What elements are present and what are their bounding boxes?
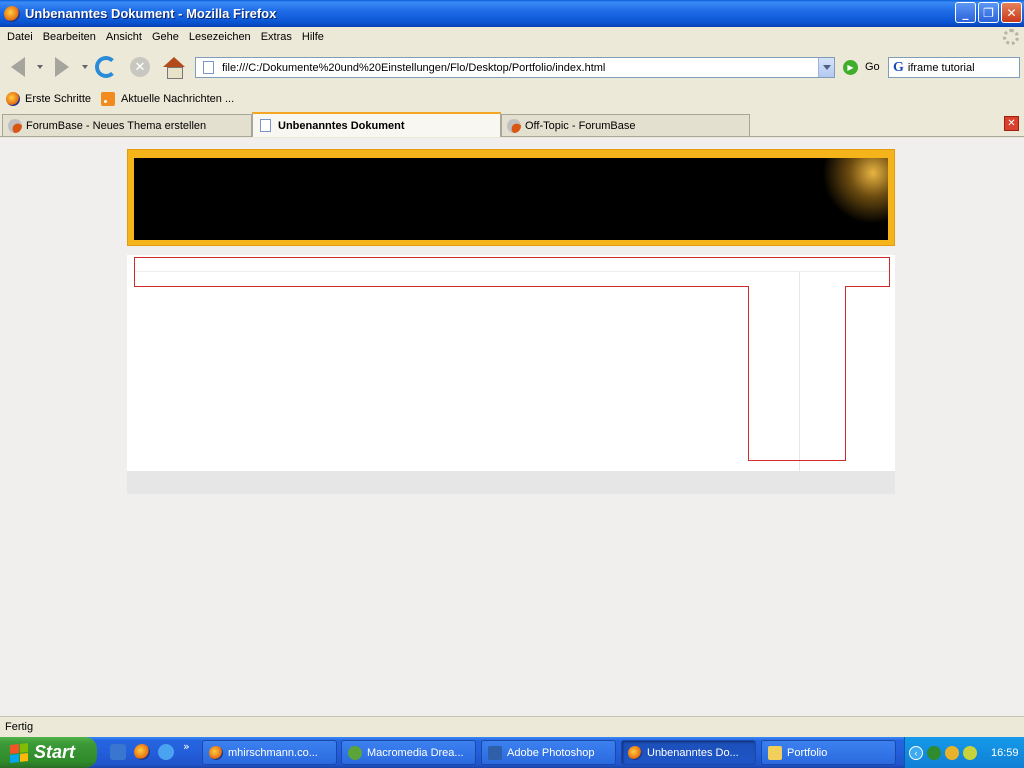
tab-label: ForumBase - Neues Thema erstellen [26,119,207,132]
bookmarks-toolbar: Erste Schritte Aktuelle Nachrichten ... [0,87,1024,110]
layout-outline [134,257,890,461]
back-history-dropdown[interactable] [37,65,43,69]
quicklaunch-overflow-icon[interactable]: » [183,740,190,753]
menu-gehe[interactable]: Gehe [147,31,184,43]
status-bar: Fertig [0,716,1024,737]
reload-button[interactable] [92,53,120,81]
ie-quicklaunch-icon[interactable] [158,744,174,760]
stop-button[interactable]: ✕ [126,53,154,81]
back-arrow-icon [11,57,25,77]
bookmark-label: Erste Schritte [25,92,92,105]
menu-bar: Datei Bearbeiten Ansicht Gehe Lesezeiche… [0,27,1024,47]
tab-bar: ForumBase - Neues Thema erstellen Unbena… [0,110,1024,137]
start-label: Start [34,742,76,762]
header-banner [134,158,888,240]
firefox-quicklaunch-icon[interactable] [134,744,150,760]
bookmark-aktuelle-nachrichten[interactable]: Aktuelle Nachrichten ... [101,91,235,106]
show-hidden-icons-button[interactable]: ‹ [909,745,923,760]
google-icon[interactable]: G [893,60,904,76]
taskbar: Start » mhirschmann.co... Macromedia Dre… [0,737,1024,768]
page-icon [260,119,271,132]
menu-ansicht[interactable]: Ansicht [101,31,147,43]
bookmark-erste-schritte[interactable]: Erste Schritte [6,91,92,106]
search-input[interactable]: iframe tutorial [908,62,975,74]
menu-hilfe[interactable]: Hilfe [297,31,329,43]
tray-network-icon[interactable] [963,745,977,760]
page-icon [203,61,214,74]
tray-smiley-icon[interactable] [945,745,959,760]
menu-bearbeiten[interactable]: Bearbeiten [38,31,101,43]
system-tray: ‹ 16:59 [904,737,1024,768]
task-photoshop[interactable]: Adobe Photoshop [481,740,616,765]
url-text[interactable]: file:///C:/Dokumente%20und%20Einstellung… [222,62,818,74]
firefox-icon [628,745,642,760]
firefox-icon [6,91,20,106]
start-button[interactable]: Start [0,737,97,768]
show-desktop-icon[interactable] [110,744,126,760]
clock[interactable]: 16:59 [991,747,1019,759]
address-bar[interactable]: file:///C:/Dokumente%20und%20Einstellung… [195,57,835,78]
folder-icon [768,745,782,760]
close-tab-button[interactable]: ✕ [1004,116,1019,131]
forward-history-dropdown[interactable] [82,65,88,69]
task-unbenanntes-dokument[interactable]: Unbenanntes Do... [621,740,756,765]
site-header [127,149,895,246]
firefox-icon [4,5,20,22]
rss-icon [101,91,116,106]
task-label: Macromedia Drea... [367,746,464,759]
menu-lesezeichen[interactable]: Lesezeichen [184,31,256,43]
maximize-button[interactable]: ❐ [978,2,999,23]
task-label: Portfolio [787,746,828,759]
tray-eye-icon[interactable] [927,745,941,760]
throbber-icon [1003,29,1019,45]
tab-label: Off-Topic - ForumBase [525,119,636,132]
search-box[interactable]: G iframe tutorial [888,57,1020,78]
chevron-down-icon [822,65,831,70]
reload-icon [95,56,117,78]
dreamweaver-icon [348,745,362,760]
forumbase-icon [507,118,521,133]
page-viewport [0,138,1024,716]
forumbase-icon [8,118,22,133]
url-history-dropdown[interactable] [818,58,834,77]
back-button[interactable] [4,53,32,81]
task-label: mhirschmann.co... [228,746,318,759]
title-bar: Unbenanntes Dokument - Mozilla Firefox _… [0,0,1024,27]
forward-arrow-icon [55,57,69,77]
bookmark-label: Aktuelle Nachrichten ... [121,92,235,105]
site-layout [127,149,895,494]
status-text: Fertig [5,721,34,733]
tab-label: Unbenanntes Dokument [278,119,405,132]
home-icon [163,57,185,79]
go-icon[interactable]: ▶ [843,60,858,75]
stop-icon: ✕ [130,57,150,77]
forward-button[interactable] [48,53,76,81]
windows-logo-icon [10,742,28,763]
task-mhirschmann[interactable]: mhirschmann.co... [202,740,337,765]
task-dreamweaver[interactable]: Macromedia Drea... [341,740,476,765]
close-button[interactable]: ✕ [1001,2,1022,23]
firefox-icon [209,745,223,760]
home-button[interactable] [160,53,188,81]
header-glow [818,158,888,228]
photoshop-icon [488,745,502,760]
tab-off-topic-forumbase[interactable]: Off-Topic - ForumBase [501,114,750,136]
task-label: Adobe Photoshop [507,746,595,759]
menu-datei[interactable]: Datei [2,31,38,43]
navigation-toolbar: ✕ file:///C:/Dokumente%20und%20Einstellu… [0,47,1024,87]
window-title: Unbenanntes Dokument - Mozilla Firefox [25,6,277,21]
go-button[interactable]: Go [865,61,880,73]
task-label: Unbenanntes Do... [647,746,739,759]
task-portfolio[interactable]: Portfolio [761,740,896,765]
tab-forumbase-neues-thema[interactable]: ForumBase - Neues Thema erstellen [2,114,252,136]
menu-extras[interactable]: Extras [256,31,297,43]
tab-unbenanntes-dokument[interactable]: Unbenanntes Dokument [252,112,501,137]
minimize-button[interactable]: _ [955,2,976,23]
